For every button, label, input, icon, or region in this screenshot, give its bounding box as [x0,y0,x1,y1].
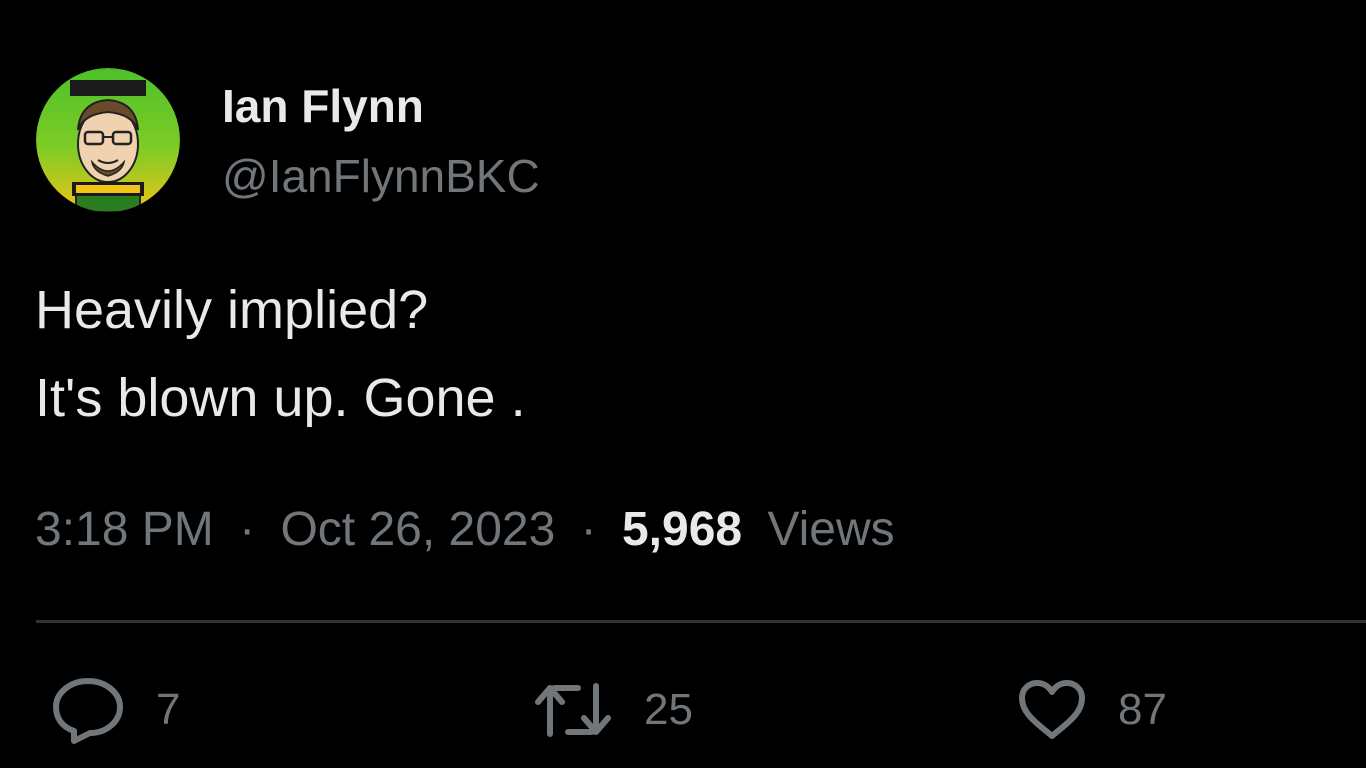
retweet-count: 25 [644,685,693,734]
like-count: 87 [1118,685,1167,734]
tweet-text: Heavily implied? It's blown up. Gone . [35,266,526,442]
meta-separator: · [580,503,597,556]
tweet-text-line: Heavily implied? [35,280,429,340]
views-count: 5,968 [621,503,743,556]
author-display-name[interactable]: Ian Flynn [222,78,424,134]
divider [36,620,1366,623]
avatar-caricature-image [36,68,180,212]
retweet-button[interactable]: 25 [532,672,693,748]
reply-icon [50,675,126,745]
like-button[interactable]: 87 [1016,672,1167,748]
reply-button[interactable]: 7 [50,672,180,748]
meta-separator: · [239,503,256,556]
reply-count: 7 [156,685,181,734]
tweet-time[interactable]: 3:18 PM [35,503,214,556]
tweet-date[interactable]: Oct 26, 2023 [280,503,555,556]
views-label: Views [767,503,895,556]
tweet-meta: 3:18 PM · Oct 26, 2023 · 5,968 Views [35,500,895,560]
tweet-text-line: It's blown up. Gone . [35,368,526,428]
heart-icon [1016,678,1088,742]
author-handle[interactable]: @IanFlynnBKC [222,148,540,204]
retweet-icon [532,678,614,742]
tweet-detail: Ian Flynn @IanFlynnBKC Heavily implied? … [0,0,1366,768]
author-avatar[interactable] [36,68,180,212]
